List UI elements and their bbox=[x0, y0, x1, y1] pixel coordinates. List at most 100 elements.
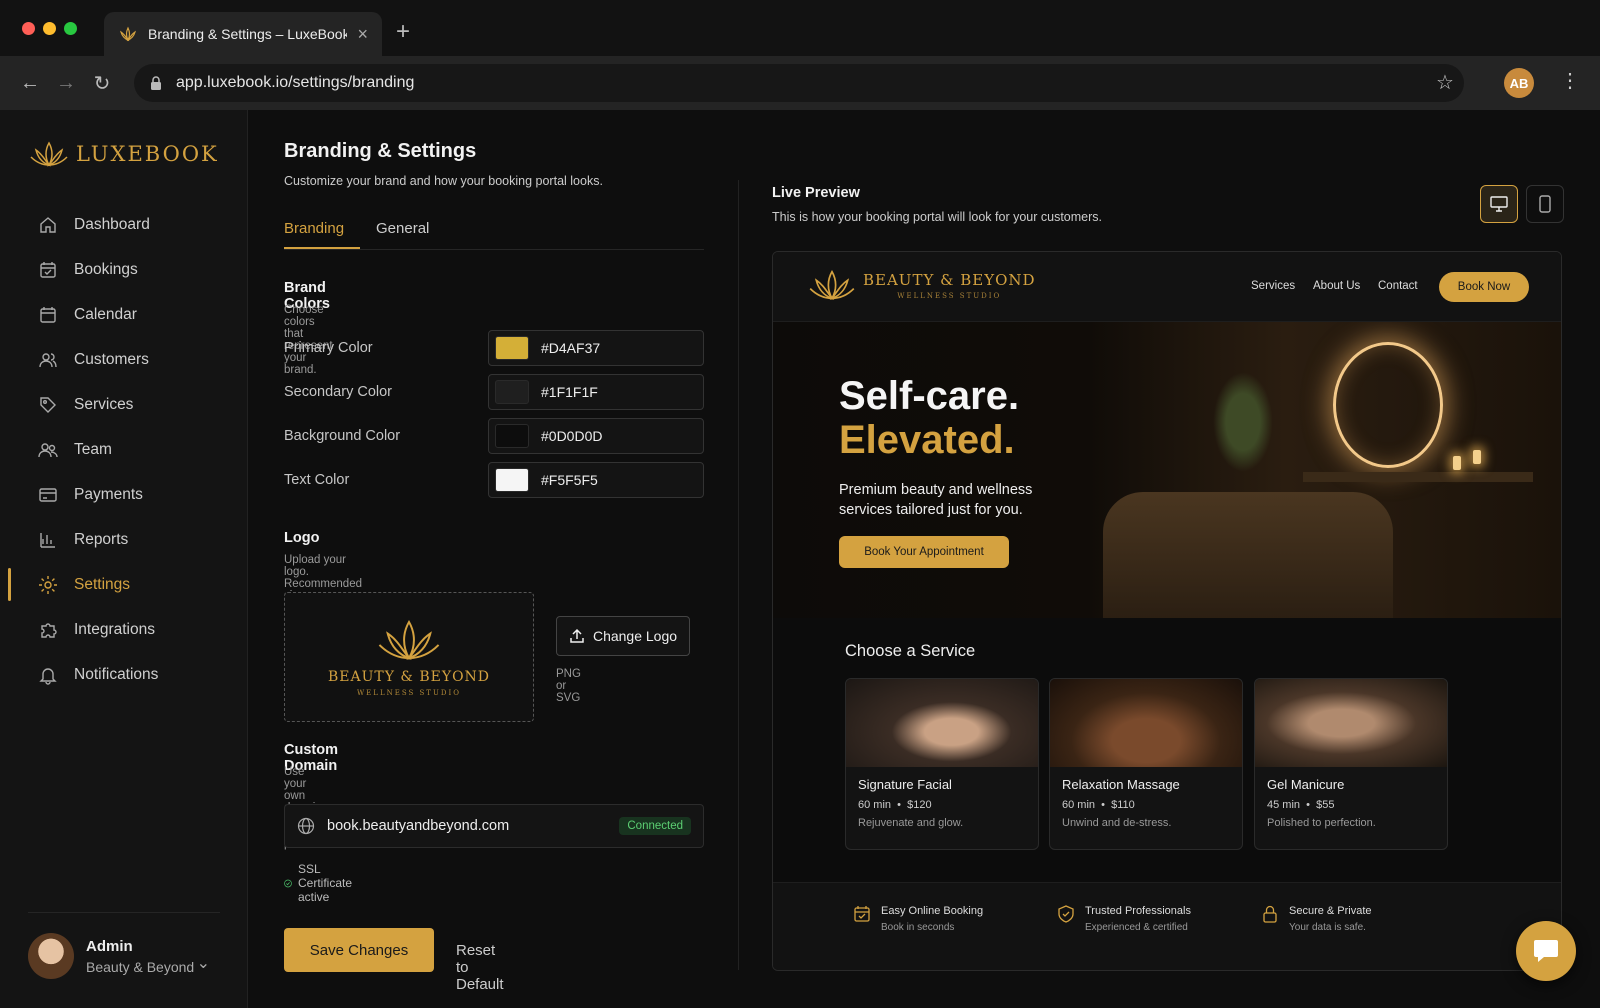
user-profile[interactable]: Admin Beauty & Beyond ⌄ bbox=[28, 912, 220, 979]
team-icon bbox=[38, 440, 58, 460]
color-label: Secondary Color bbox=[284, 384, 392, 400]
color-hex-value: #1F1F1F bbox=[541, 384, 598, 400]
upload-icon bbox=[570, 628, 584, 643]
sidebar-menu: Dashboard Bookings Calendar Customers Servic… bbox=[0, 202, 247, 697]
profile-avatar[interactable]: AB bbox=[1504, 68, 1534, 98]
new-tab-icon[interactable]: + bbox=[396, 18, 410, 46]
sidebar-item-payments[interactable]: Payments bbox=[0, 472, 247, 517]
service-name: Relaxation Massage bbox=[1062, 777, 1180, 792]
preview-book-now-button[interactable]: Book Now bbox=[1439, 272, 1529, 302]
sidebar-item-bookings[interactable]: Bookings bbox=[0, 247, 247, 292]
browser-tab[interactable]: Branding & Settings – LuxeBook × bbox=[104, 12, 382, 56]
page-title: Branding & Settings bbox=[284, 140, 477, 162]
service-image bbox=[1255, 679, 1447, 767]
preview-features: Easy Online Booking Book in seconds Trust… bbox=[773, 882, 1561, 970]
candle-image bbox=[1453, 456, 1461, 470]
preview-nav-services[interactable]: Services bbox=[1251, 280, 1295, 292]
hero-headline-line2: Elevated. bbox=[839, 418, 1015, 462]
service-card[interactable]: Relaxation Massage 60 min • $110 Unwind an… bbox=[1049, 678, 1243, 850]
desktop-view-button[interactable] bbox=[1480, 185, 1518, 223]
live-preview-subtitle: This is how your booking portal will loo… bbox=[772, 210, 1102, 224]
sidebar-item-calendar[interactable]: Calendar bbox=[0, 292, 247, 337]
color-input[interactable]: #D4AF37 bbox=[488, 330, 704, 366]
preview-logo[interactable]: BEAUTY & BEYOND WELLNESS STUDIO bbox=[809, 268, 1036, 302]
color-input[interactable]: #0D0D0D bbox=[488, 418, 704, 454]
sidebar-item-notifications[interactable]: Notifications bbox=[0, 652, 247, 697]
lock-icon bbox=[151, 76, 161, 90]
color-swatch[interactable] bbox=[495, 336, 529, 360]
bookmark-star-icon[interactable]: ☆ bbox=[1436, 70, 1454, 95]
reload-icon[interactable]: ↻ bbox=[84, 71, 120, 96]
service-card[interactable]: Signature Facial 60 min • $120 Rejuvenate … bbox=[845, 678, 1039, 850]
color-label: Text Color bbox=[284, 472, 350, 488]
maximize-window-button[interactable] bbox=[64, 22, 77, 35]
service-card[interactable]: Gel Manicure 45 min • $55 Polished to perf… bbox=[1254, 678, 1448, 850]
window-controls bbox=[22, 22, 77, 35]
color-row: Secondary Color #1F1F1F bbox=[284, 374, 704, 410]
hero-headline-line1: Self-care. bbox=[839, 374, 1020, 418]
sidebar-item-dashboard[interactable]: Dashboard bbox=[0, 202, 247, 247]
chat-button[interactable] bbox=[1516, 921, 1576, 981]
close-window-button[interactable] bbox=[22, 22, 35, 35]
tab-general[interactable]: General bbox=[376, 220, 429, 237]
change-logo-button[interactable]: Change Logo bbox=[556, 616, 690, 656]
service-meta: 45 min • $55 bbox=[1267, 799, 1335, 811]
card-icon bbox=[38, 485, 58, 505]
tab-title: Branding & Settings – LuxeBook bbox=[148, 26, 348, 42]
sidebar-item-label: Settings bbox=[74, 575, 131, 593]
logo-preview-tagline: WELLNESS STUDIO bbox=[356, 689, 461, 697]
divider bbox=[738, 180, 739, 970]
service-meta: 60 min • $120 bbox=[858, 799, 932, 811]
address-bar[interactable]: app.luxebook.io/settings/branding bbox=[134, 64, 1464, 102]
user-avatar bbox=[28, 933, 74, 979]
sidebar-item-services[interactable]: Services bbox=[0, 382, 247, 427]
book-appointment-button[interactable]: Book Your Appointment bbox=[839, 536, 1009, 568]
logo-upload-area[interactable]: BEAUTY & BEYOND WELLNESS STUDIO bbox=[284, 592, 534, 722]
sidebar-item-label: Calendar bbox=[74, 305, 137, 323]
ssl-text: SSL Certificate active bbox=[298, 862, 353, 904]
sidebar-item-customers[interactable]: Customers bbox=[0, 337, 247, 382]
service-description: Rejuvenate and glow. bbox=[858, 817, 964, 829]
hero-mirror-image bbox=[1333, 342, 1443, 468]
sidebar-item-label: Services bbox=[74, 395, 134, 413]
tab-strip: Branding & Settings – LuxeBook × + bbox=[0, 0, 1600, 56]
sidebar-item-label: Notifications bbox=[74, 665, 159, 683]
sidebar-item-integrations[interactable]: Integrations bbox=[0, 607, 247, 652]
url-text: app.luxebook.io/settings/branding bbox=[176, 74, 415, 91]
color-label: Background Color bbox=[284, 428, 401, 444]
back-icon[interactable]: ← bbox=[12, 72, 48, 95]
sidebar-item-reports[interactable]: Reports bbox=[0, 517, 247, 562]
mobile-view-button[interactable] bbox=[1526, 185, 1564, 223]
chevron-down-icon[interactable]: ⌄ bbox=[197, 953, 210, 973]
lock-icon bbox=[1263, 905, 1277, 923]
color-hex-value: #0D0D0D bbox=[541, 428, 603, 444]
color-swatch[interactable] bbox=[495, 380, 529, 404]
logo-format-hint: PNG or SVG bbox=[556, 668, 581, 704]
gear-icon bbox=[38, 575, 58, 595]
chart-icon bbox=[38, 530, 58, 550]
close-tab-icon[interactable]: × bbox=[357, 24, 368, 45]
color-hex-value: #D4AF37 bbox=[541, 340, 601, 356]
logo-preview-name: BEAUTY & BEYOND bbox=[327, 669, 491, 685]
tab-branding[interactable]: Branding bbox=[284, 220, 360, 249]
color-input[interactable]: #F5F5F5 bbox=[488, 462, 704, 498]
sidebar-item-settings[interactable]: Settings bbox=[0, 562, 247, 607]
lotus-favicon-icon bbox=[120, 26, 136, 42]
sidebar-item-team[interactable]: Team bbox=[0, 427, 247, 472]
forward-icon[interactable]: → bbox=[48, 72, 84, 95]
calendar-check-icon bbox=[854, 906, 870, 922]
service-image bbox=[846, 679, 1038, 767]
color-row: Background Color #0D0D0D bbox=[284, 418, 704, 454]
domain-input[interactable]: book.beautyandbeyond.com Connected bbox=[284, 804, 704, 848]
hero-text: Premium beauty and wellness services tai… bbox=[839, 482, 1033, 518]
preview-nav-about[interactable]: About Us bbox=[1313, 280, 1360, 292]
app-logo[interactable]: LUXEBOOK bbox=[30, 140, 219, 168]
reset-button[interactable]: Reset to Default bbox=[456, 942, 504, 993]
save-button[interactable]: Save Changes bbox=[284, 928, 434, 972]
color-swatch[interactable] bbox=[495, 468, 529, 492]
color-swatch[interactable] bbox=[495, 424, 529, 448]
color-input[interactable]: #1F1F1F bbox=[488, 374, 704, 410]
preview-nav-contact[interactable]: Contact bbox=[1378, 280, 1418, 292]
minimize-window-button[interactable] bbox=[43, 22, 56, 35]
browser-menu-icon[interactable]: ⋮ bbox=[1560, 68, 1580, 93]
